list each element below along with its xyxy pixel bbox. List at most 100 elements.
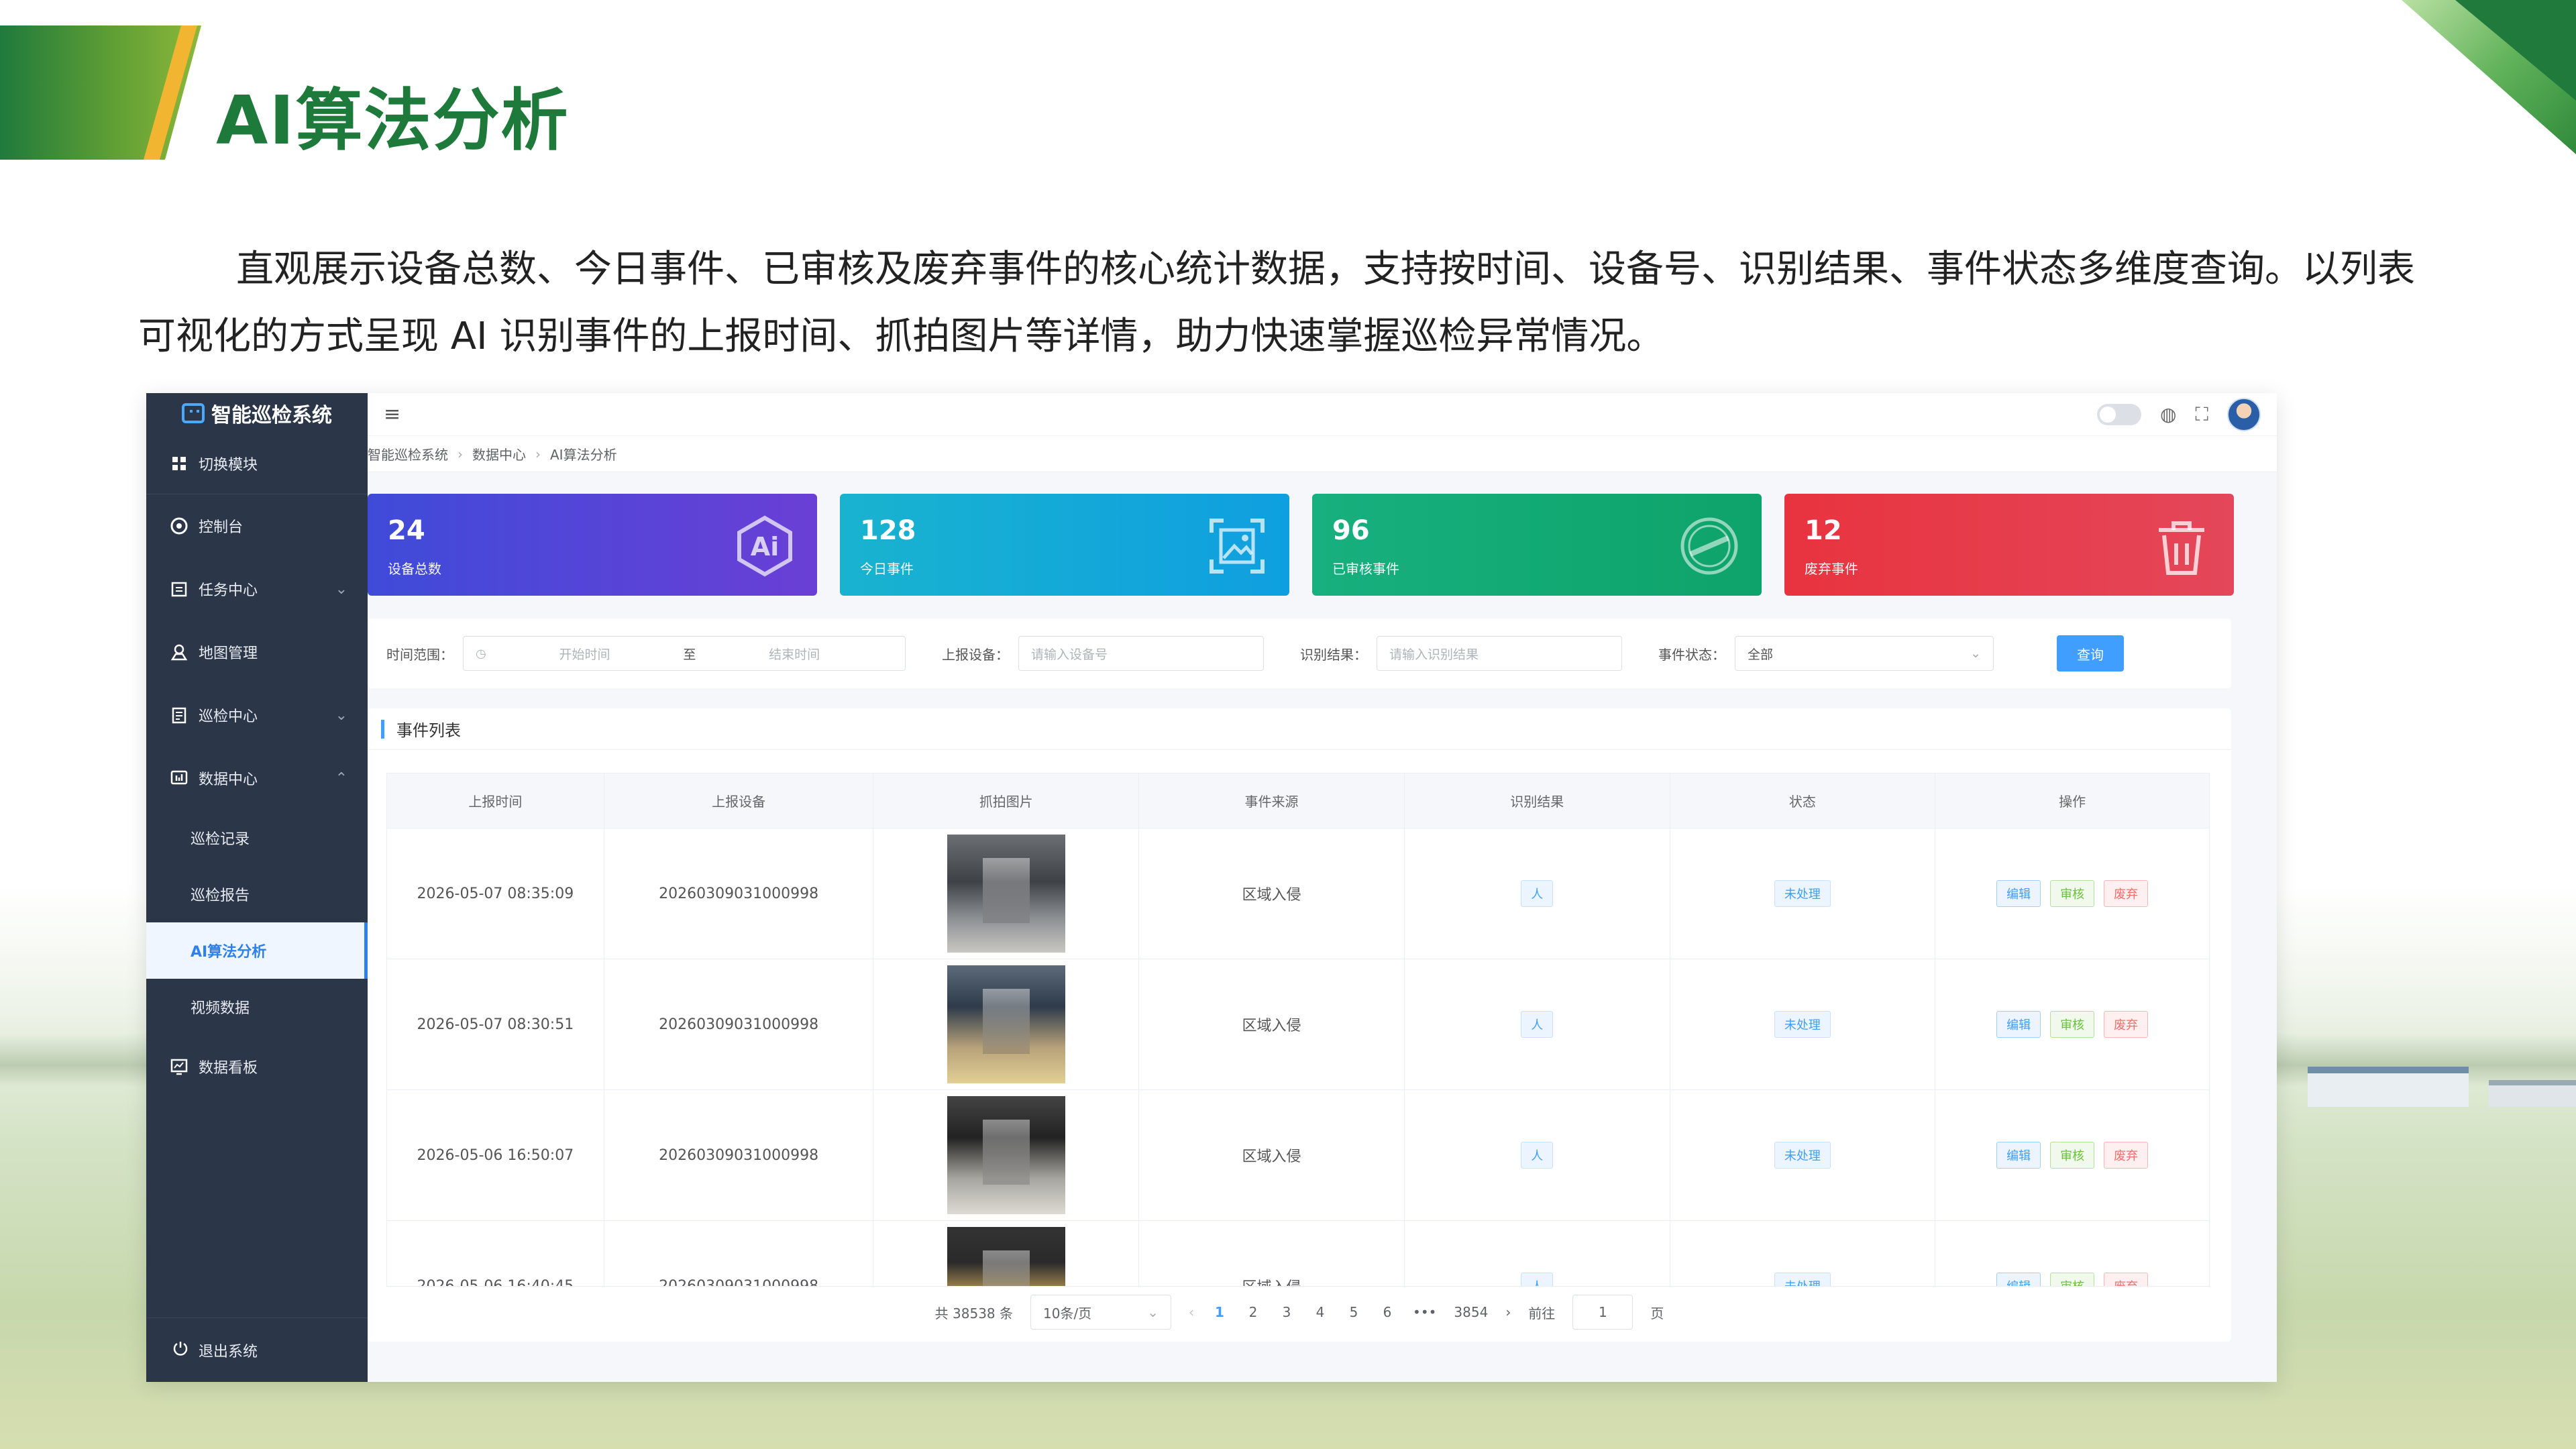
sidebar-item-data-board[interactable]: 数据看板 bbox=[146, 1035, 368, 1098]
background-building bbox=[2308, 1067, 2469, 1107]
audit-button[interactable]: 审核 bbox=[2050, 880, 2095, 907]
range-separator: 至 bbox=[683, 647, 696, 662]
chevron-down-icon: ⌄ bbox=[1970, 646, 1981, 661]
page-number[interactable]: 2 bbox=[1245, 1304, 1261, 1320]
breadcrumb-separator-icon: › bbox=[458, 445, 463, 462]
snapshot-image[interactable] bbox=[947, 1227, 1065, 1286]
logout-button[interactable]: 退出系统 bbox=[146, 1318, 368, 1382]
result-input[interactable]: 请输入识别结果 bbox=[1377, 636, 1622, 671]
sidebar-item-label: 数据看板 bbox=[199, 1060, 258, 1077]
power-icon bbox=[172, 1340, 189, 1361]
ai-icon: Ai bbox=[733, 514, 797, 578]
query-button[interactable]: 查询 bbox=[2057, 635, 2124, 672]
top-bar: ≡ ◍ ⛶ bbox=[368, 393, 2277, 436]
page-unit: 页 bbox=[1650, 1305, 1664, 1322]
page-size-select[interactable]: 10条/页 ⌄ bbox=[1030, 1295, 1172, 1330]
device-input[interactable]: 请输入设备号 bbox=[1018, 636, 1264, 671]
sidebar-subitem-video-data[interactable]: 视频数据 bbox=[146, 979, 368, 1035]
board-icon bbox=[169, 1057, 189, 1077]
logout-label: 退出系统 bbox=[199, 1343, 258, 1360]
prev-page-icon[interactable]: ‹ bbox=[1189, 1304, 1194, 1320]
pagination: 共 38538 条 10条/页 ⌄ ‹ 1 2 3 4 5 6 ••• 3854… bbox=[368, 1292, 2231, 1332]
edit-button[interactable]: 编辑 bbox=[1996, 880, 2041, 907]
cell-result: 人 bbox=[1405, 959, 1670, 1089]
event-list-panel: 事件列表 上报时间 上报设备 抓拍图片 事件来源 识别结果 状态 操作 2026… bbox=[368, 708, 2231, 1342]
sidebar-item-label: 控制台 bbox=[199, 519, 244, 536]
discard-button[interactable]: 废弃 bbox=[2104, 880, 2149, 907]
sidebar-item-label: 切换模块 bbox=[199, 457, 258, 474]
sidebar-subitem-inspection-records[interactable]: 巡检记录 bbox=[146, 810, 368, 866]
edit-button[interactable]: 编辑 bbox=[1996, 1011, 2041, 1038]
hamburger-menu-icon[interactable]: ≡ bbox=[384, 402, 400, 426]
result-tag: 人 bbox=[1521, 1142, 1554, 1169]
cell-source: 区域入侵 bbox=[1139, 1221, 1405, 1286]
theme-toggle[interactable] bbox=[2096, 403, 2141, 425]
edit-button[interactable]: 编辑 bbox=[1996, 1142, 2041, 1169]
chevron-up-icon: ⌃ bbox=[335, 769, 347, 787]
page-number[interactable]: 6 bbox=[1379, 1304, 1395, 1320]
cell-actions: 编辑 审核 废弃 bbox=[1935, 828, 2209, 959]
cell-source: 区域入侵 bbox=[1139, 959, 1405, 1089]
cell-image bbox=[873, 1090, 1140, 1220]
column-header: 上报时间 bbox=[387, 773, 604, 828]
breadcrumb-separator-icon: › bbox=[535, 445, 541, 462]
page-number-last[interactable]: 3854 bbox=[1454, 1304, 1488, 1320]
sidebar-subitem-ai-analysis[interactable]: AI算法分析 bbox=[146, 922, 368, 979]
avatar[interactable] bbox=[2227, 397, 2261, 431]
discard-button[interactable]: 废弃 bbox=[2104, 1273, 2149, 1286]
snapshot-image[interactable] bbox=[947, 965, 1065, 1083]
next-page-icon[interactable]: › bbox=[1505, 1304, 1511, 1320]
goto-page-input[interactable]: 1 bbox=[1572, 1295, 1633, 1330]
fullscreen-icon[interactable]: ⛶ bbox=[2195, 403, 2208, 426]
snapshot-image[interactable] bbox=[947, 835, 1065, 953]
sidebar-subitem-inspection-reports[interactable]: 巡检报告 bbox=[146, 866, 368, 922]
task-icon bbox=[169, 579, 189, 599]
breadcrumb-item-current: AI算法分析 bbox=[550, 447, 617, 463]
grid-icon bbox=[169, 453, 189, 474]
end-time-placeholder: 结束时间 bbox=[769, 647, 820, 662]
cell-actions: 编辑 审核 废弃 bbox=[1935, 1221, 2209, 1286]
discard-button[interactable]: 废弃 bbox=[2104, 1142, 2149, 1169]
snapshot-image[interactable] bbox=[947, 1096, 1065, 1214]
image-icon bbox=[1205, 514, 1269, 578]
sidebar-item-label: 数据中心 bbox=[199, 771, 258, 788]
sidebar-item-map[interactable]: 地图管理 bbox=[146, 621, 368, 684]
stamp-icon bbox=[1677, 514, 1741, 578]
sidebar-item-task-center[interactable]: 任务中心 ⌄ bbox=[146, 557, 368, 621]
audit-button[interactable]: 审核 bbox=[2050, 1011, 2095, 1038]
breadcrumb-item[interactable]: 数据中心 bbox=[472, 444, 526, 464]
time-range-picker[interactable]: ◷ 开始时间 至 结束时间 bbox=[463, 636, 906, 671]
discard-button[interactable]: 废弃 bbox=[2104, 1011, 2149, 1038]
cell-result: 人 bbox=[1405, 1090, 1670, 1220]
column-header: 抓拍图片 bbox=[873, 773, 1140, 828]
cell-device: 20260309031000998 bbox=[604, 1221, 874, 1286]
result-placeholder: 请输入识别结果 bbox=[1389, 647, 1479, 662]
page-number[interactable]: 5 bbox=[1346, 1304, 1362, 1320]
clock-icon: ◷ bbox=[476, 646, 486, 661]
breadcrumb-item[interactable]: 智能巡检系统 bbox=[368, 444, 448, 464]
sidebar-item-console[interactable]: 控制台 bbox=[146, 494, 368, 557]
inspection-icon bbox=[169, 705, 189, 725]
time-range-label: 时间范围： bbox=[386, 646, 453, 663]
cell-result: 人 bbox=[1405, 828, 1670, 959]
edit-button[interactable]: 编辑 bbox=[1996, 1273, 2041, 1286]
page-number[interactable]: 4 bbox=[1312, 1304, 1328, 1320]
stat-card-device-total: 24 设备总数 Ai bbox=[368, 494, 817, 596]
globe-icon[interactable]: ◍ bbox=[2160, 403, 2176, 425]
page-number[interactable]: 1 bbox=[1212, 1304, 1228, 1320]
cell-result: 人 bbox=[1405, 1221, 1670, 1286]
sidebar-item-label: 任务中心 bbox=[199, 582, 258, 599]
page-ellipsis[interactable]: ••• bbox=[1413, 1304, 1436, 1320]
cell-actions: 编辑 审核 废弃 bbox=[1935, 959, 2209, 1089]
sidebar-item-data-center[interactable]: 数据中心 ⌃ bbox=[146, 747, 368, 810]
robot-icon bbox=[182, 403, 205, 423]
device-label: 上报设备： bbox=[942, 646, 1009, 663]
audit-button[interactable]: 审核 bbox=[2050, 1273, 2095, 1286]
status-tag: 未处理 bbox=[1774, 1142, 1831, 1169]
page-number[interactable]: 3 bbox=[1279, 1304, 1295, 1320]
sidebar-item-inspection-center[interactable]: 巡检中心 ⌄ bbox=[146, 684, 368, 747]
audit-button[interactable]: 审核 bbox=[2050, 1142, 2095, 1169]
cell-time: 2026-05-06 16:40:45 bbox=[387, 1221, 604, 1286]
sidebar-item-switch-module[interactable]: 切换模块 bbox=[146, 433, 368, 494]
status-select[interactable]: 全部 ⌄ bbox=[1735, 636, 1994, 671]
